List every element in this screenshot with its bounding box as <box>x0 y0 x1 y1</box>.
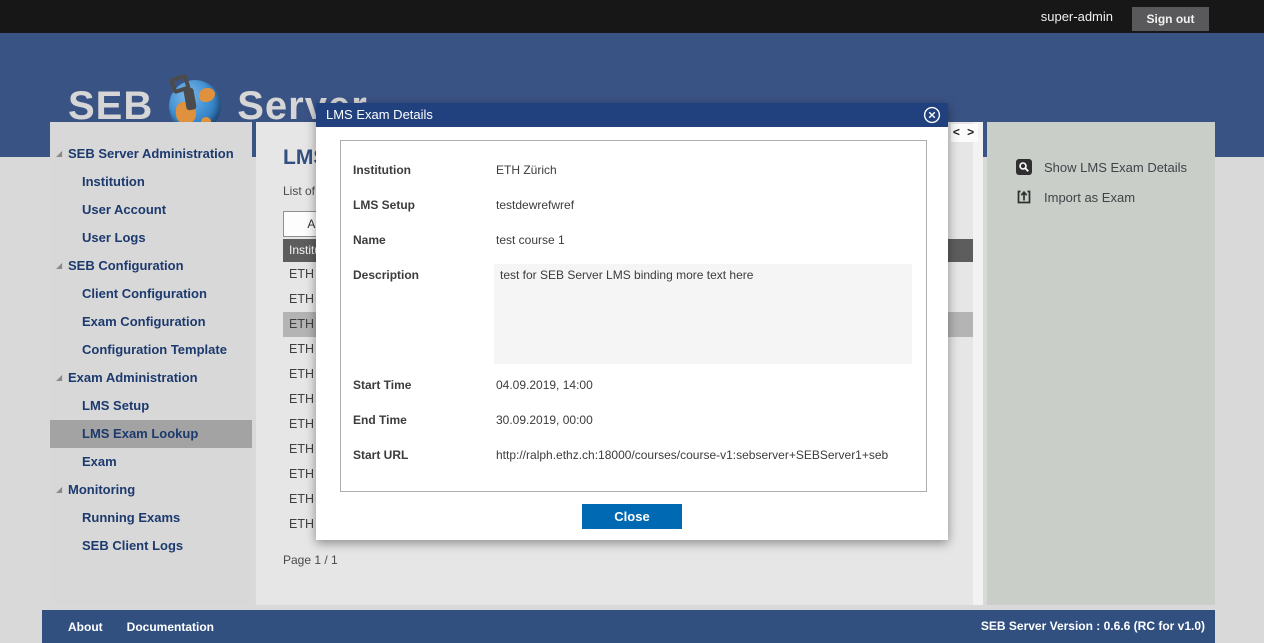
action-import-as-exam[interactable]: Import as Exam <box>1016 187 1135 207</box>
field-label-institution: Institution <box>353 163 411 177</box>
tree-expander-icon[interactable]: ◢ <box>56 252 62 280</box>
tree-expander-icon[interactable]: ◢ <box>56 140 62 168</box>
magnifier-icon <box>1016 159 1032 175</box>
field-value-lms-setup: testdewrefwref <box>496 198 574 212</box>
field-value-end-time: 30.09.2019, 00:00 <box>496 413 593 427</box>
field-value-institution: ETH Zürich <box>496 163 557 177</box>
about-link[interactable]: About <box>68 620 103 634</box>
tree-expander-icon[interactable]: ◢ <box>56 476 62 504</box>
sidebar-item-running-exams[interactable]: Running Exams <box>50 504 252 532</box>
sidebar-item-user-account[interactable]: User Account <box>50 196 252 224</box>
sidebar-item-exam-administration[interactable]: ◢ Exam Administration <box>50 364 252 392</box>
action-panel: Show LMS Exam Details Import as Exam <box>987 122 1215 605</box>
sidebar-item-exam[interactable]: Exam <box>50 448 252 476</box>
close-icon[interactable] <box>923 106 941 124</box>
footer-bar: About Documentation SEB Server Version :… <box>42 610 1215 643</box>
field-value-start-url: http://ralph.ethz.ch:18000/courses/cours… <box>496 448 888 462</box>
sidebar-item-seb-client-logs[interactable]: SEB Client Logs <box>50 532 252 560</box>
close-button[interactable]: Close <box>582 504 682 529</box>
field-label-name: Name <box>353 233 386 247</box>
field-value-start-time: 04.09.2019, 14:00 <box>496 378 593 392</box>
dialog-form: Institution ETH Zürich LMS Setup testdew… <box>340 140 927 492</box>
dialog-titlebar: LMS Exam Details <box>316 103 948 127</box>
pagination-label: Page 1 / 1 <box>283 553 338 567</box>
import-icon <box>1016 189 1032 205</box>
field-value-description: test for SEB Server LMS binding more tex… <box>494 264 912 364</box>
sidebar-item-user-logs[interactable]: User Logs <box>50 224 252 252</box>
field-value-name: test course 1 <box>496 233 565 247</box>
field-label-end-time: End Time <box>353 413 407 427</box>
sidebar-item-client-configuration[interactable]: Client Configuration <box>50 280 252 308</box>
version-label: SEB Server Version : 0.6.6 (RC for v1.0) <box>981 610 1205 643</box>
field-label-start-url: Start URL <box>353 448 408 462</box>
dialog-title: LMS Exam Details <box>326 103 433 127</box>
sidebar-item-configuration-template[interactable]: Configuration Template <box>50 336 252 364</box>
page-subtitle: List of <box>283 184 315 198</box>
sidebar-item-seb-server-administration[interactable]: ◢ SEB Server Administration <box>50 140 252 168</box>
sidebar-item-lms-setup[interactable]: LMS Setup <box>50 392 252 420</box>
top-bar: super-admin Sign out <box>0 0 1264 33</box>
panel-collapse-toggle[interactable]: < > <box>951 124 978 142</box>
content-right-divider <box>973 122 983 605</box>
sidebar-item-exam-configuration[interactable]: Exam Configuration <box>50 308 252 336</box>
field-label-description: Description <box>353 268 419 282</box>
documentation-link[interactable]: Documentation <box>127 620 214 634</box>
field-label-start-time: Start Time <box>353 378 411 392</box>
lms-exam-details-dialog: LMS Exam Details Institution ETH Zürich … <box>316 103 948 540</box>
current-user-label: super-admin <box>1041 9 1113 24</box>
sign-out-button[interactable]: Sign out <box>1132 7 1209 31</box>
field-label-lms-setup: LMS Setup <box>353 198 415 212</box>
sidebar-item-seb-configuration[interactable]: ◢ SEB Configuration <box>50 252 252 280</box>
sidebar-item-lms-exam-lookup[interactable]: LMS Exam Lookup <box>50 420 252 448</box>
sidebar-item-monitoring[interactable]: ◢ Monitoring <box>50 476 252 504</box>
action-show-lms-exam-details[interactable]: Show LMS Exam Details <box>1016 157 1187 177</box>
sidebar-item-institution[interactable]: Institution <box>50 168 252 196</box>
tree-expander-icon[interactable]: ◢ <box>56 364 62 392</box>
sidebar-nav: ◢ SEB Server Administration Institution … <box>50 122 252 605</box>
